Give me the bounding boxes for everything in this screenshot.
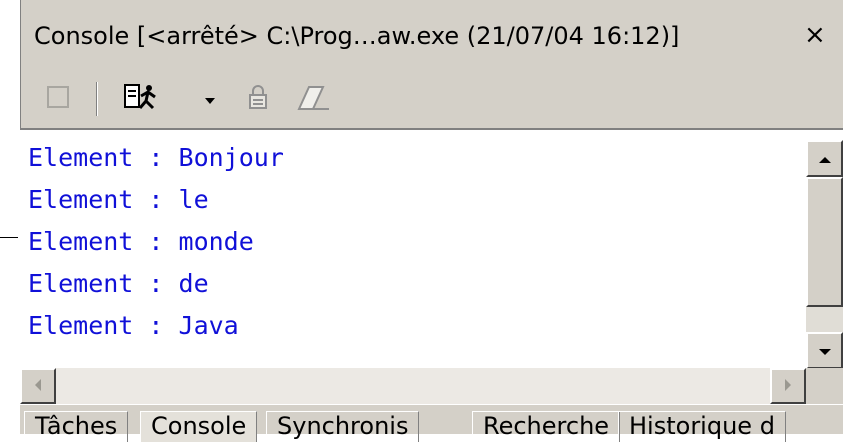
clear-console-icon (293, 83, 333, 115)
console-view: Console [<arrêté> C:\Prog…aw.exe (21/07/… (18, 0, 843, 442)
console-line: Element : monde (28, 227, 254, 256)
scroll-right-button[interactable] (770, 368, 806, 404)
vertical-scroll-thumb[interactable] (806, 177, 843, 307)
tab-synchronisation[interactable]: Synchronis (266, 411, 420, 442)
display-console-button[interactable] (112, 82, 172, 116)
scrollbar-corner (806, 368, 843, 404)
toolbar-separator (96, 82, 97, 116)
tab-taches[interactable]: Tâches (24, 411, 129, 442)
dropdown-arrow-icon (204, 90, 216, 109)
run-dropdown-button[interactable] (200, 82, 220, 116)
scroll-lock-icon (245, 83, 271, 115)
console-line: Element : Java (28, 311, 239, 340)
annotation-leader-line (0, 237, 18, 238)
view-tab-bar: Tâches Console Synchronis Recherche Hist… (20, 404, 843, 442)
close-view-button[interactable]: × (804, 22, 826, 48)
scroll-lock-button[interactable] (238, 82, 278, 116)
console-line: Element : de (28, 269, 209, 298)
console-output[interactable]: Element : Bonjour Element : le Element :… (20, 128, 843, 372)
scroll-down-button[interactable] (806, 332, 843, 369)
clear-console-button[interactable] (288, 82, 338, 116)
arrow-left-icon (34, 377, 42, 396)
arrow-up-icon (818, 149, 832, 168)
console-toolbar (20, 74, 843, 124)
arrow-right-icon (784, 377, 792, 396)
tab-recherche[interactable]: Recherche (472, 411, 621, 442)
arrow-down-icon (818, 341, 832, 360)
view-title: Console [<arrêté> C:\Prog…aw.exe (21/07/… (34, 22, 680, 50)
horizontal-scrollbar[interactable] (20, 368, 806, 404)
console-line: Element : Bonjour (28, 143, 284, 172)
scroll-up-button[interactable] (806, 140, 843, 177)
view-title-bar: Console [<arrêté> C:\Prog…aw.exe (21/07/… (20, 0, 843, 84)
tab-historique[interactable]: Historique d (618, 411, 786, 442)
terminate-icon (45, 84, 71, 114)
scroll-left-button[interactable] (20, 368, 56, 404)
run-icon (122, 82, 162, 116)
vertical-scrollbar[interactable] (806, 140, 843, 372)
terminate-button[interactable] (38, 82, 78, 116)
tab-console[interactable]: Console (140, 411, 258, 442)
console-line: Element : le (28, 185, 209, 214)
